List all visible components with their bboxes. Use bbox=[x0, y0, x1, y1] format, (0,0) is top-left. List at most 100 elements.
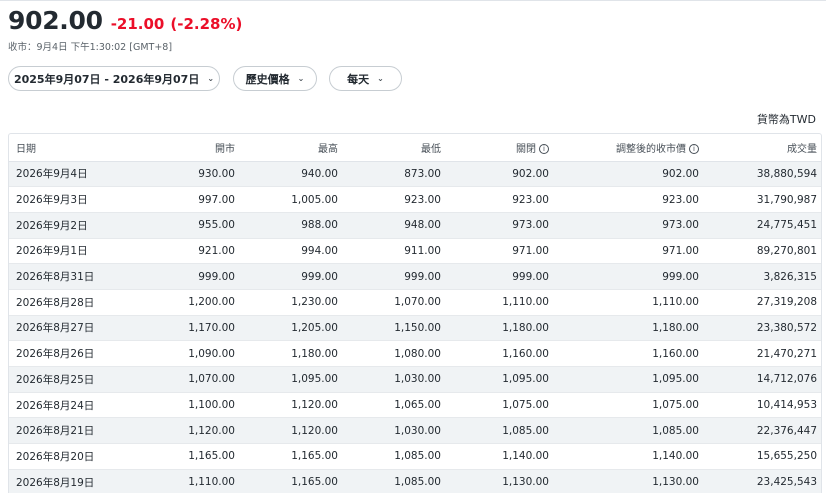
cell-volume: 89,270,801 bbox=[705, 237, 821, 264]
cell-volume: 15,655,250 bbox=[705, 443, 821, 470]
cell-volume: 14,712,076 bbox=[705, 366, 821, 393]
cell-date: 2026年9月1日 bbox=[9, 237, 139, 264]
cell-volume: 21,470,271 bbox=[705, 340, 821, 367]
cell-close: 902.00 bbox=[447, 161, 555, 187]
info-icon[interactable]: i bbox=[689, 143, 699, 154]
cell-volume: 38,880,594 bbox=[705, 161, 821, 187]
cell-adj-close: 1,075.00 bbox=[555, 391, 705, 418]
cell-close: 971.00 bbox=[447, 237, 555, 264]
cell-close: 973.00 bbox=[447, 211, 555, 239]
cell-low: 1,070.00 bbox=[344, 288, 447, 316]
cell-adj-close: 902.00 bbox=[555, 161, 705, 187]
frequency-dropdown[interactable]: 每天 ⌄ bbox=[329, 66, 402, 91]
cell-volume: 31,790,987 bbox=[705, 186, 821, 213]
cell-high: 994.00 bbox=[241, 237, 344, 264]
cell-adj-close: 1,130.00 bbox=[555, 468, 705, 493]
cell-low: 1,150.00 bbox=[344, 314, 447, 341]
cell-adj-close: 971.00 bbox=[555, 237, 705, 264]
frequency-label: 每天 bbox=[347, 72, 370, 86]
cell-close: 1,130.00 bbox=[447, 468, 555, 493]
cell-open: 997.00 bbox=[139, 186, 241, 213]
cell-close: 1,140.00 bbox=[447, 443, 555, 470]
cell-close: 923.00 bbox=[447, 186, 555, 213]
header-volume: 成交量 bbox=[705, 134, 821, 162]
cell-close: 1,085.00 bbox=[447, 417, 555, 444]
cell-adj-close: 1,140.00 bbox=[555, 443, 705, 470]
cell-adj-close: 999.00 bbox=[555, 263, 705, 290]
cell-date: 2026年8月21日 bbox=[9, 417, 139, 444]
cell-high: 1,205.00 bbox=[241, 314, 344, 341]
table-row: 2026年8月28日 1,200.00 1,230.00 1,070.00 1,110.… bbox=[9, 288, 821, 316]
cell-volume: 24,775,451 bbox=[705, 211, 821, 239]
cell-high: 988.00 bbox=[241, 211, 344, 239]
chevron-down-icon: ⌄ bbox=[377, 74, 384, 83]
cell-high: 1,005.00 bbox=[241, 186, 344, 213]
cell-date: 2026年8月27日 bbox=[9, 314, 139, 341]
cell-high: 1,165.00 bbox=[241, 443, 344, 470]
table-row: 2026年8月21日 1,120.00 1,120.00 1,030.00 1,085.… bbox=[9, 417, 821, 444]
cell-open: 1,200.00 bbox=[139, 288, 241, 316]
table-row: 2026年8月26日 1,090.00 1,180.00 1,080.00 1,160.… bbox=[9, 340, 821, 367]
date-range-button[interactable]: 2025年9月07日 - 2026年9月07日 ⌄ bbox=[8, 66, 220, 91]
cell-open: 1,090.00 bbox=[139, 340, 241, 367]
current-price: 902.00 bbox=[8, 6, 103, 35]
cell-high: 1,120.00 bbox=[241, 417, 344, 444]
cell-open: 1,120.00 bbox=[139, 417, 241, 444]
cell-date: 2026年8月31日 bbox=[9, 263, 139, 290]
cell-adj-close: 973.00 bbox=[555, 211, 705, 239]
cell-date: 2026年9月4日 bbox=[9, 161, 139, 187]
cell-low: 1,030.00 bbox=[344, 366, 447, 393]
cell-open: 930.00 bbox=[139, 161, 241, 187]
cell-volume: 27,319,208 bbox=[705, 288, 821, 316]
cell-low: 1,065.00 bbox=[344, 391, 447, 418]
table-row: 2026年8月20日 1,165.00 1,165.00 1,085.00 1,140.… bbox=[9, 443, 821, 470]
cell-high: 999.00 bbox=[241, 263, 344, 290]
cell-close: 1,160.00 bbox=[447, 340, 555, 367]
cell-open: 1,100.00 bbox=[139, 391, 241, 418]
market-close-time: 收市：9月4日 下午1:30:02 [GMT+8] bbox=[8, 42, 173, 53]
currency-note: 貨幣為TWD bbox=[756, 113, 816, 126]
header-low: 最低 bbox=[344, 134, 447, 162]
table-header-row: 日期 開市 最高 最低 關閉 i 調整後的收市價 i 成交量 bbox=[9, 134, 821, 162]
cell-open: 1,110.00 bbox=[139, 468, 241, 493]
cell-volume: 22,376,447 bbox=[705, 417, 821, 444]
cell-close: 1,095.00 bbox=[447, 366, 555, 393]
cell-date: 2026年8月28日 bbox=[9, 288, 139, 316]
table-row: 2026年8月27日 1,170.00 1,205.00 1,150.00 1,180.… bbox=[9, 314, 821, 341]
price-change-percent: (-2.28%) bbox=[170, 15, 243, 33]
cell-low: 1,080.00 bbox=[344, 340, 447, 367]
cell-low: 1,085.00 bbox=[344, 443, 447, 470]
cell-adj-close: 1,110.00 bbox=[555, 288, 705, 316]
cell-adj-close: 923.00 bbox=[555, 186, 705, 213]
cell-open: 955.00 bbox=[139, 211, 241, 239]
cell-low: 999.00 bbox=[344, 263, 447, 290]
cell-date: 2026年8月26日 bbox=[9, 340, 139, 367]
table-row: 2026年9月3日 997.00 1,005.00 923.00 923.00 923.0… bbox=[9, 186, 821, 213]
quote-header: 902.00 -21.00 (-2.28%) bbox=[8, 6, 242, 35]
header-high: 最高 bbox=[241, 134, 344, 162]
cell-open: 1,170.00 bbox=[139, 314, 241, 341]
cell-low: 948.00 bbox=[344, 211, 447, 239]
cell-date: 2026年8月20日 bbox=[9, 443, 139, 470]
cell-adj-close: 1,085.00 bbox=[555, 417, 705, 444]
table-row: 2026年9月2日 955.00 988.00 948.00 973.00 973.00 2… bbox=[9, 211, 821, 239]
cell-volume: 23,425,543 bbox=[705, 468, 821, 493]
cell-open: 1,070.00 bbox=[139, 366, 241, 393]
data-type-dropdown[interactable]: 歷史價格 ⌄ bbox=[233, 66, 317, 91]
header-open: 開市 bbox=[139, 134, 241, 162]
cell-date: 2026年8月24日 bbox=[9, 391, 139, 418]
table-row: 2026年8月25日 1,070.00 1,095.00 1,030.00 1,095.… bbox=[9, 366, 821, 393]
table-row: 2026年9月1日 921.00 994.00 911.00 971.00 971.00 8… bbox=[9, 237, 821, 264]
info-icon[interactable]: i bbox=[539, 143, 549, 154]
cell-open: 999.00 bbox=[139, 263, 241, 290]
cell-high: 1,095.00 bbox=[241, 366, 344, 393]
cell-date: 2026年9月3日 bbox=[9, 186, 139, 213]
chevron-down-icon: ⌄ bbox=[207, 74, 215, 83]
header-date: 日期 bbox=[9, 134, 139, 162]
cell-date: 2026年9月2日 bbox=[9, 211, 139, 239]
cell-high: 1,120.00 bbox=[241, 391, 344, 418]
cell-open: 1,165.00 bbox=[139, 443, 241, 470]
date-range-label: 2025年9月07日 - 2026年9月07日 bbox=[13, 72, 200, 86]
cell-date: 2026年8月25日 bbox=[9, 366, 139, 393]
cell-high: 1,165.00 bbox=[241, 468, 344, 493]
